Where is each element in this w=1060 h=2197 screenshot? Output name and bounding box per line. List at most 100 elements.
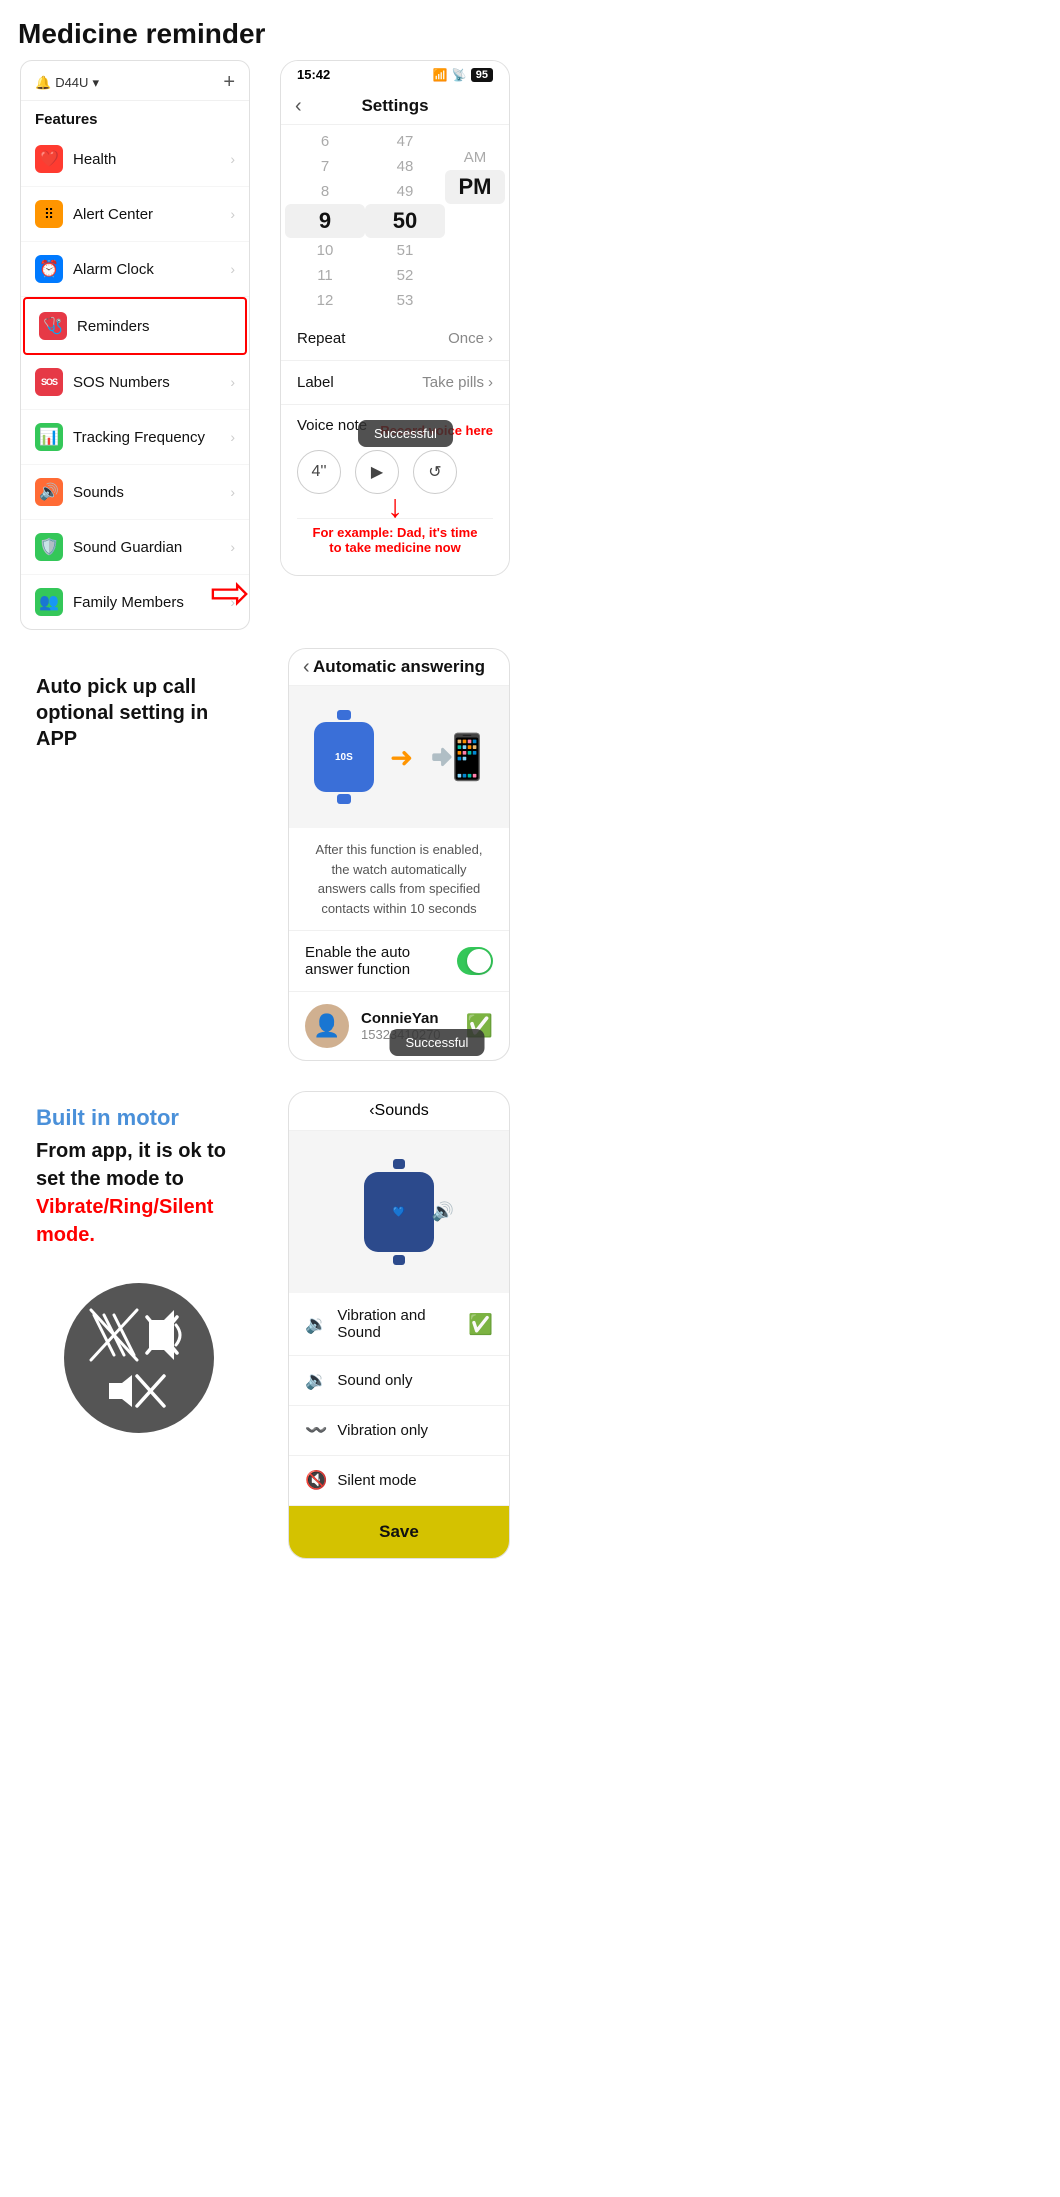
tracking-icon: 📊 [35, 423, 63, 451]
toggle-label: Enable the auto answer function [305, 944, 457, 978]
auto-answer-screen: ‹ Automatic answering 10S ➜ 📲 A [288, 648, 510, 1061]
chevron-icon: › [230, 374, 235, 390]
sidebar-item-health[interactable]: ❤️ Health › [21, 132, 249, 187]
settings-screen: 15:42 📶 📡 95 ‹ Settings 6 7 8 [280, 60, 510, 576]
battery-display: 95 [471, 68, 493, 82]
back-button[interactable]: ‹ [295, 95, 302, 118]
hour-6: 6 [285, 129, 365, 154]
sound-option-sound-only[interactable]: 🔉 Sound only [289, 1356, 509, 1406]
sound-guardian-icon: 🛡️ [35, 533, 63, 561]
chevron-icon: › [230, 151, 235, 167]
sound-only-label: Sound only [337, 1372, 412, 1389]
voice-note-area: Voice note Record voice here 4'' ▶ Succe… [281, 405, 509, 575]
ampm-empty-3 [445, 204, 505, 212]
sound-option-vibration-only[interactable]: 〰️ Vibration only [289, 1406, 509, 1456]
sidebar-label-reminders: Reminders [77, 318, 150, 335]
device-name: 🔔 D44U ▾ [35, 75, 99, 91]
hour-8: 8 [285, 179, 365, 204]
duration-label: 4'' [311, 463, 326, 481]
sidebar-item-alarm-clock[interactable]: ⏰ Alarm Clock › [21, 242, 249, 297]
vibration-only-label: Vibration only [337, 1422, 428, 1439]
auto-answer-illustration: 10S ➜ 📲 [289, 686, 509, 828]
undo-button[interactable]: ↺ [413, 450, 457, 494]
toggle-switch[interactable] [457, 947, 493, 975]
hour-11: 11 [285, 263, 365, 288]
chevron-icon: › [230, 539, 235, 555]
no-sound-icon [104, 1371, 174, 1411]
alarm-clock-icon: ⏰ [35, 255, 63, 283]
watch-sounds-icon: 💙 🔊 [364, 1172, 434, 1252]
vibration-sound-check: ✅ [468, 1312, 493, 1337]
add-button[interactable]: + [223, 71, 235, 94]
sound-option-vibration-sound[interactable]: 🔉 Vibration and Sound ✅ [289, 1293, 509, 1356]
vibrate-icon [89, 1305, 189, 1365]
ampm-empty-4 [445, 212, 505, 220]
sidebar-label-tracking: Tracking Frequency [73, 429, 205, 446]
auto-answer-header: ‹ Automatic answering [289, 649, 509, 686]
phone-ring-icon: 📲 [429, 731, 484, 783]
label-value: Take pills [422, 374, 484, 391]
sidebar-label-sos: SOS Numbers [73, 374, 170, 391]
sidebar-item-sos[interactable]: SOS SOS Numbers › [21, 355, 249, 410]
features-label: Features [21, 101, 249, 132]
repeat-label: Repeat [297, 330, 345, 347]
page-title: Medicine reminder [0, 0, 530, 60]
silent-label: Silent mode [337, 1472, 416, 1489]
ampm-empty-2 [445, 137, 505, 145]
sidebar-label-health: Health [73, 151, 116, 168]
play-button[interactable]: ▶ [355, 450, 399, 494]
ampm-empty-1 [445, 129, 505, 137]
sounds-title: Sounds [375, 1102, 429, 1120]
status-bar: 15:42 📶 📡 95 [281, 61, 509, 88]
status-icons: 📶 📡 95 [433, 68, 493, 82]
min-48: 48 [365, 154, 445, 179]
repeat-row[interactable]: Repeat Once › [281, 317, 509, 361]
settings-header: ‹ Settings [281, 88, 509, 125]
repeat-chevron: › [488, 330, 493, 347]
contact-row: 👤 ConnieYan 15323410270 ✅ Successful [289, 992, 509, 1060]
sidebar-item-alert-center[interactable]: ⠿ Alert Center › [21, 187, 249, 242]
sidebar-item-reminders[interactable]: 🩺 Reminders [23, 297, 247, 355]
example-annotation: For example: Dad, it's time to take medi… [297, 518, 493, 563]
reminders-icon: 🩺 [39, 312, 67, 340]
label-row[interactable]: Label Take pills › [281, 361, 509, 405]
sidebar-label-alarm-clock: Alarm Clock [73, 261, 154, 278]
min-53: 53 [365, 288, 445, 313]
ampm-pm-selected[interactable]: PM [445, 170, 505, 204]
chevron-down-icon: ▾ [92, 75, 99, 91]
chevron-icon: › [230, 206, 235, 222]
motor-title: Built in motor [36, 1105, 242, 1131]
red-arrow-annotation: ⇨ [210, 570, 250, 618]
sound-mode-circle [64, 1283, 214, 1433]
sidebar-header: 🔔 D44U ▾ + [21, 61, 249, 101]
ampm-am: AM [445, 145, 505, 170]
contact-success-toast: Successful [390, 1029, 485, 1056]
toggle-knob [467, 949, 491, 973]
sounds-illustration: 💙 🔊 [289, 1131, 509, 1293]
sidebar-item-tracking[interactable]: 📊 Tracking Frequency › [21, 410, 249, 465]
voice-controls: 4'' ▶ Successful ↺ [297, 450, 493, 494]
contact-avatar: 👤 [305, 1004, 349, 1048]
sidebar-label-sounds: Sounds [73, 484, 124, 501]
min-52: 52 [365, 263, 445, 288]
sound-option-silent[interactable]: 🔇 Silent mode [289, 1456, 509, 1506]
auto-back-button[interactable]: ‹ [303, 656, 310, 679]
label-label: Label [297, 374, 334, 391]
min-50-selected[interactable]: 50 [365, 204, 445, 238]
auto-answer-desc: After this function is enabled, the watc… [289, 828, 509, 930]
settings-title: Settings [361, 96, 428, 116]
auto-answer-toggle-row[interactable]: Enable the auto answer function [289, 930, 509, 992]
chevron-icon: › [230, 261, 235, 277]
duration-button[interactable]: 4'' [297, 450, 341, 494]
vibration-sound-icon: 🔉 [305, 1314, 327, 1335]
auto-answer-title: Automatic answering [313, 657, 485, 677]
wifi-icon: 📡 [452, 68, 467, 82]
sidebar-item-sounds[interactable]: 🔊 Sounds › [21, 465, 249, 520]
chevron-icon: › [230, 429, 235, 445]
time-picker[interactable]: 6 7 8 9 10 11 12 47 48 49 50 51 52 [281, 125, 509, 317]
bell-icon: 🔔 [35, 75, 51, 91]
hour-9-selected[interactable]: 9 [285, 204, 365, 238]
sounds-icon: 🔊 [35, 478, 63, 506]
motor-section: Built in motor From app, it is ok to set… [18, 1091, 260, 1263]
save-button[interactable]: Save [289, 1506, 509, 1558]
